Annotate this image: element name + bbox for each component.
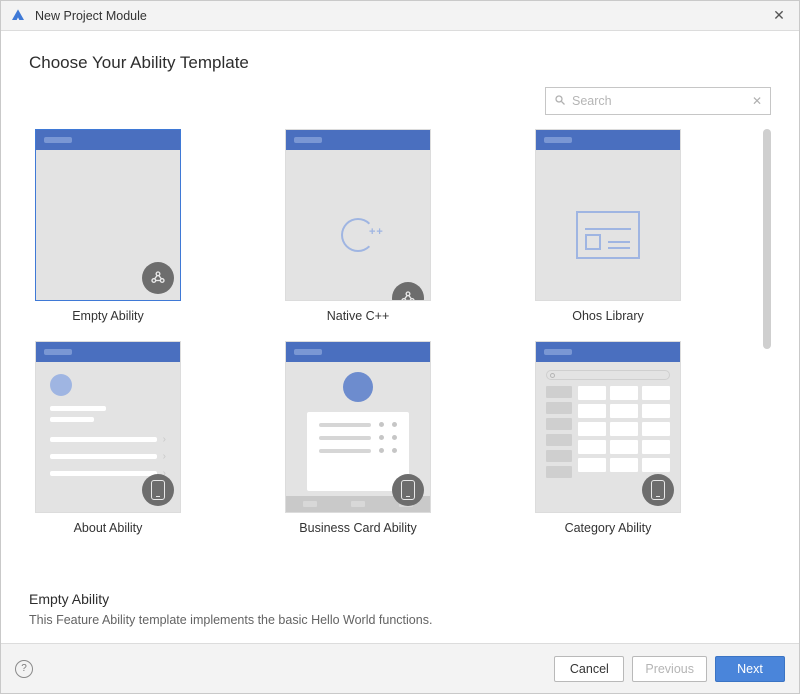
atoms-badge-icon [142, 262, 174, 294]
description-text: This Feature Ability template implements… [29, 613, 771, 627]
template-card [535, 341, 681, 513]
template-preview-body [536, 362, 680, 512]
template-preview-body [286, 362, 430, 512]
template-label: Ohos Library [572, 309, 644, 323]
app-logo-icon [9, 7, 27, 25]
library-icon [576, 211, 640, 259]
scroll-thumb[interactable] [763, 129, 771, 349]
template-card [285, 341, 431, 513]
template-preview-header [36, 342, 180, 362]
next-button[interactable]: Next [715, 656, 785, 682]
template-preview-header [536, 342, 680, 362]
template-grid: Empty Ability ++ [29, 129, 757, 585]
previous-button[interactable]: Previous [632, 656, 707, 682]
template-preview-body: ++ [286, 150, 430, 301]
template-row: Empty Ability ++ [29, 129, 757, 323]
template-label: Native C++ [327, 309, 390, 323]
wizard-body: Choose Your Ability Template ✕ [1, 31, 799, 643]
template-card [535, 129, 681, 301]
template-preview-header [286, 130, 430, 150]
template-preview-header [286, 342, 430, 362]
template-ohos-library[interactable]: Ohos Library [533, 129, 683, 323]
template-preview-body [36, 150, 180, 300]
titlebar: New Project Module ✕ [1, 1, 799, 31]
search-icon [554, 94, 566, 109]
search-row: ✕ [29, 87, 771, 115]
template-business-card-ability[interactable]: Business Card Ability [283, 341, 433, 535]
template-card [35, 129, 181, 301]
cancel-button[interactable]: Cancel [554, 656, 624, 682]
template-preview-body: › › › [36, 362, 180, 512]
template-description: Empty Ability This Feature Ability templ… [29, 591, 771, 627]
template-grid-wrap: Empty Ability ++ [29, 129, 771, 585]
template-about-ability[interactable]: › › › About Ability [33, 341, 183, 535]
template-native-cpp[interactable]: ++ Native C++ [283, 129, 433, 323]
description-title: Empty Ability [29, 591, 771, 607]
template-label: About Ability [74, 521, 143, 535]
template-empty-ability[interactable]: Empty Ability [33, 129, 183, 323]
window-title: New Project Module [35, 9, 767, 23]
template-preview-header [536, 130, 680, 150]
template-label: Empty Ability [72, 309, 144, 323]
wizard-footer: ? Cancel Previous Next [1, 643, 799, 693]
template-row: › › › About Ability [29, 341, 757, 535]
template-category-ability[interactable]: Category Ability [533, 341, 683, 535]
search-input[interactable] [572, 94, 746, 108]
phone-badge-icon [142, 474, 174, 506]
atoms-badge-icon [392, 282, 424, 301]
close-icon[interactable]: ✕ [767, 7, 791, 24]
phone-badge-icon [642, 474, 674, 506]
wizard-window: New Project Module ✕ Choose Your Ability… [0, 0, 800, 694]
template-label: Category Ability [565, 521, 652, 535]
template-card: › › › [35, 341, 181, 513]
search-box[interactable]: ✕ [545, 87, 771, 115]
help-icon[interactable]: ? [15, 660, 33, 678]
template-preview-header [36, 130, 180, 150]
template-label: Business Card Ability [299, 521, 416, 535]
template-card: ++ [285, 129, 431, 301]
clear-search-icon[interactable]: ✕ [752, 94, 762, 108]
vertical-scrollbar[interactable] [763, 129, 771, 585]
phone-badge-icon [392, 474, 424, 506]
page-heading: Choose Your Ability Template [29, 53, 771, 73]
cpp-plus-icon: ++ [369, 226, 384, 238]
template-preview-body [536, 150, 680, 301]
